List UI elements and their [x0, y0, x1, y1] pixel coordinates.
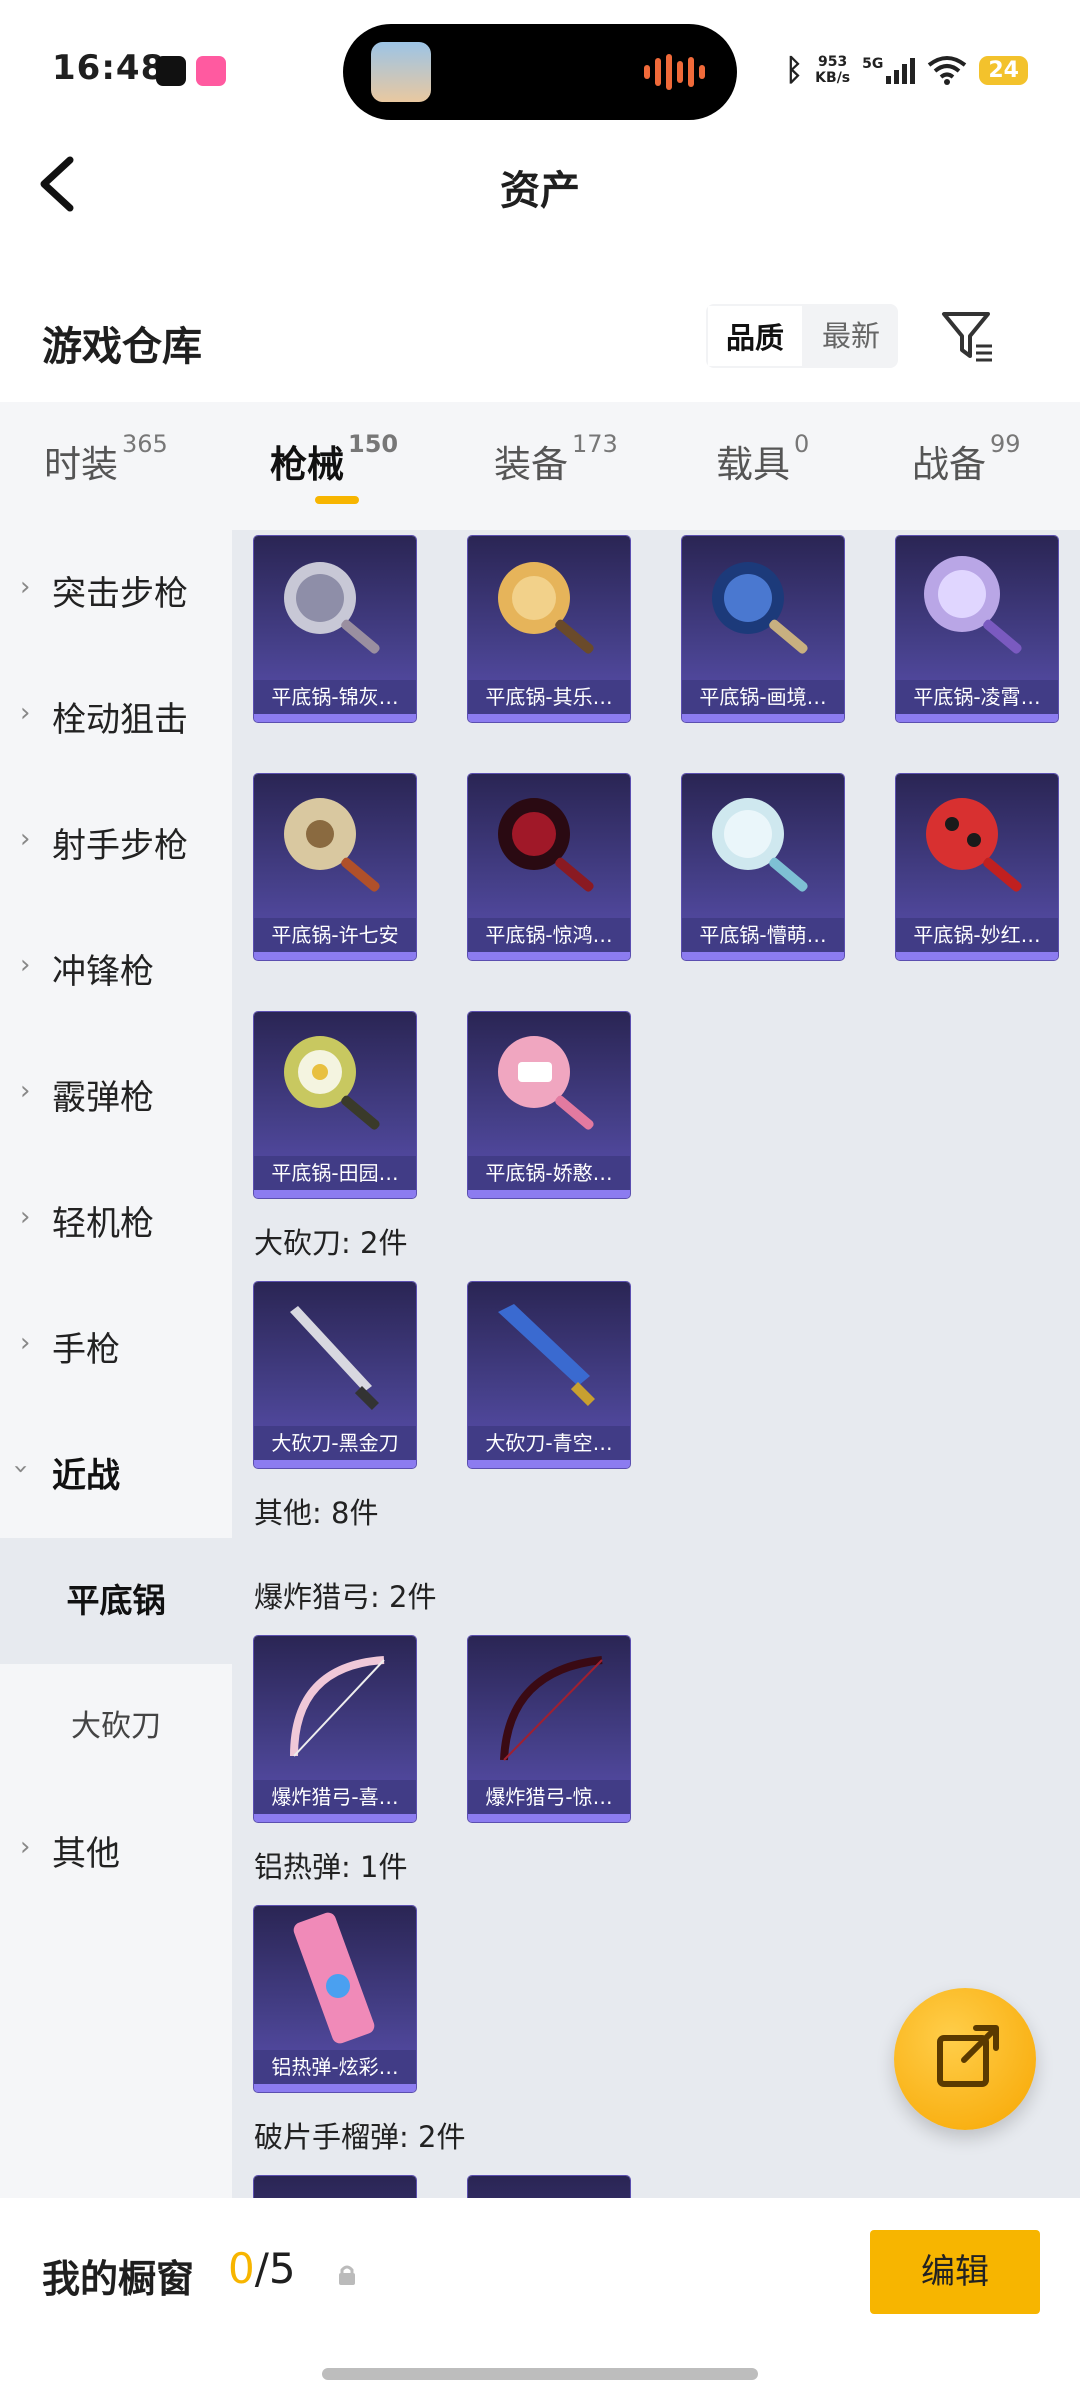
sort-newest-button[interactable]: 最新 [804, 304, 898, 368]
chevron-right-icon: › [20, 950, 31, 980]
item-card[interactable]: 平底锅-其乐… [468, 536, 630, 722]
tab-fashion[interactable]: 时装 365 [44, 430, 168, 488]
net-speed: 953 [818, 54, 848, 70]
group-label-other: 其他: 8件 [254, 1496, 379, 1530]
sidebar-item-bolt-sniper[interactable]: › 栓动狙击 [0, 656, 232, 782]
item-card[interactable]: 平底锅-惊鸿… [468, 774, 630, 960]
sidebar-item-other[interactable]: › 其他 [0, 1790, 232, 1916]
group-label-thermite: 铝热弹: 1件 [254, 1850, 408, 1884]
top-bar: 资产 [0, 130, 1080, 240]
dynamic-island[interactable] [343, 24, 737, 120]
sidebar-subitem-pan[interactable]: 平底锅 [0, 1538, 232, 1664]
tab-active-underline [315, 496, 359, 504]
bow-art-icon [290, 1656, 385, 1757]
chevron-right-icon: › [20, 1328, 31, 1358]
signal-icon: 5G [862, 56, 916, 84]
net-unit: KB/s [815, 70, 851, 86]
filter-icon[interactable] [940, 308, 996, 364]
pan-art-icon [712, 562, 808, 654]
tab-guns[interactable]: 枪械 150 [270, 430, 398, 504]
sidebar-item-assault-rifle[interactable]: › 突击步枪 [0, 530, 232, 656]
chevron-right-icon: › [20, 1076, 31, 1106]
page-title: 资产 [500, 168, 580, 214]
item-card[interactable]: 平底锅-懵萌… [682, 774, 844, 960]
item-card[interactable]: 平底锅-画境… [682, 536, 844, 722]
chevron-right-icon: › [20, 1202, 31, 1232]
category-tabs: 时装 365 枪械 150 装备 173 载具 0 战备 99 [0, 402, 1080, 530]
pan-art-icon [498, 562, 594, 654]
status-bar: 16:48 ᛒ 953 KB/s 5G 24 [0, 0, 1080, 130]
home-indicator[interactable] [322, 2368, 758, 2380]
now-playing-thumbnail [371, 42, 431, 102]
item-grid: 平底锅-锦灰… 平底锅-其乐… 平底锅-画境… 平底锅-凌霄… 平底锅-许七安 … [232, 530, 1080, 2198]
item-card[interactable]: 平底锅-锦灰… [254, 536, 416, 722]
pan-art-icon [284, 562, 380, 654]
showcase-count: 0/5 [228, 2244, 296, 2293]
sidebar-item-pistol[interactable]: › 手枪 [0, 1286, 232, 1412]
chevron-right-icon: › [20, 824, 31, 854]
sidebar-item-marksman[interactable]: › 射手步枪 [0, 782, 232, 908]
tab-vehicles[interactable]: 载具 0 [716, 430, 809, 488]
item-card[interactable]: 大砍刀-黑金刀 [254, 1282, 416, 1468]
sidebar-item-shotgun[interactable]: › 霰弹枪 [0, 1034, 232, 1160]
lock-icon [339, 2265, 355, 2285]
item-card[interactable]: 大砍刀-青空… [468, 1282, 630, 1468]
pan-art-icon [284, 1036, 380, 1130]
group-label-bow: 爆炸猎弓: 2件 [254, 1580, 437, 1614]
weapon-category-sidebar: › 突击步枪 › 栓动狙击 › 射手步枪 › 冲锋枪 › 霰弹枪 › 轻机枪 › 手枪 › 近战… [0, 530, 232, 2198]
pan-art-icon [924, 556, 1022, 654]
group-label-machete: 大砍刀: 2件 [254, 1226, 408, 1260]
edit-button[interactable]: 编辑 [870, 2230, 1040, 2314]
video-app-icon [196, 56, 226, 86]
section-header: 游戏仓库 品质 最新 [0, 290, 1080, 400]
item-card[interactable]: 爆炸猎弓-惊… [468, 1636, 630, 1822]
battery-indicator: 24 [979, 55, 1028, 85]
status-icons: ᛒ 953 KB/s 5G 24 [785, 50, 1028, 90]
bottom-bar: 我的橱窗 0/5 编辑 [0, 2198, 1080, 2400]
chevron-right-icon: › [20, 1832, 31, 1862]
sort-toggle: 品质 最新 [706, 304, 899, 368]
machete-art-icon [290, 1306, 379, 1411]
section-title: 游戏仓库 [42, 324, 202, 370]
item-card[interactable]: 铝热弹-炫彩… [254, 1906, 416, 2092]
thermite-art-icon [293, 1912, 375, 2044]
pan-art-icon [498, 1036, 594, 1130]
status-time: 16:48 [52, 48, 166, 88]
share-icon [937, 2025, 999, 2087]
item-card[interactable]: 爆炸猎弓-喜… [254, 1636, 416, 1822]
chevron-down-icon: › [6, 1463, 37, 1475]
showcase-title: 我的橱窗 [42, 2257, 195, 2301]
item-card[interactable] [468, 2176, 630, 2198]
pan-art-icon [498, 798, 594, 892]
item-card[interactable]: 平底锅-妙红… [896, 774, 1058, 960]
pan-art-icon [926, 798, 1022, 892]
bow-art-icon [500, 1656, 603, 1761]
sort-quality-button[interactable]: 品质 [706, 304, 805, 368]
item-card[interactable]: 平底锅-田园… [254, 1012, 416, 1198]
audio-wave-icon [644, 54, 705, 90]
tab-equipment[interactable]: 装备 173 [494, 430, 618, 488]
pan-art-icon [712, 798, 808, 892]
sidebar-item-lmg[interactable]: › 轻机枪 [0, 1160, 232, 1286]
wifi-icon [928, 56, 967, 85]
bluetooth-icon: ᛒ [785, 52, 804, 88]
item-card[interactable]: 平底锅-娇憨… [468, 1012, 630, 1198]
chevron-right-icon: › [20, 572, 31, 602]
item-card[interactable] [254, 2176, 416, 2198]
chevron-right-icon: › [20, 698, 31, 728]
group-label-frag: 破片手榴弹: 2件 [254, 2120, 466, 2154]
machete-art-icon [498, 1304, 595, 1407]
item-card[interactable]: 平底锅-凌霄… [896, 536, 1058, 722]
tab-supplies[interactable]: 战备 99 [912, 430, 1021, 488]
music-app-icon [156, 56, 186, 86]
pan-art-icon [284, 798, 380, 892]
sidebar-item-melee[interactable]: › 近战 [0, 1412, 232, 1538]
share-button[interactable] [894, 1988, 1036, 2130]
sidebar-item-smg[interactable]: › 冲锋枪 [0, 908, 232, 1034]
sidebar-subitem-machete[interactable]: 大砍刀 [0, 1664, 232, 1790]
item-card[interactable]: 平底锅-许七安 [254, 774, 416, 960]
